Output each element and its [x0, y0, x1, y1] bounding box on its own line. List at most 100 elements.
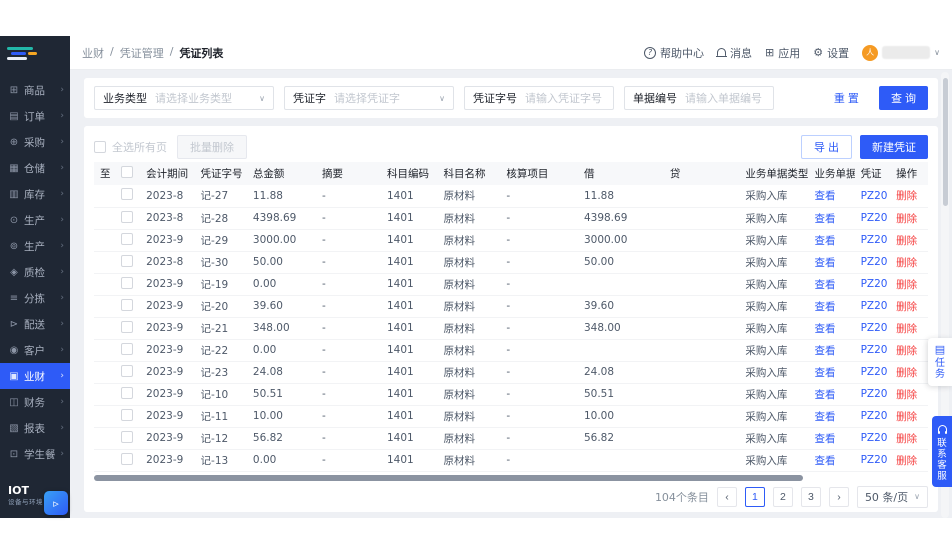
sidebar-item-12[interactable]: ◫ 财务 ›: [0, 389, 70, 415]
view-doc-link[interactable]: 查看: [814, 213, 835, 225]
row-checkbox[interactable]: [120, 210, 133, 223]
delete-link[interactable]: 删除: [896, 257, 917, 269]
table-cell: [94, 427, 115, 450]
query-button[interactable]: 查 询: [878, 86, 928, 110]
table-cell: 2023-8: [140, 207, 195, 230]
help-center-button[interactable]: ? 帮助中心: [644, 45, 704, 61]
export-button[interactable]: 导 出: [800, 135, 852, 159]
delete-link[interactable]: 删除: [896, 433, 917, 445]
breadcrumb-parent[interactable]: 凭证管理: [120, 45, 164, 61]
view-doc-link[interactable]: 查看: [814, 257, 835, 269]
voucher-link[interactable]: PZ20: [861, 190, 888, 202]
total-count: 104个条目: [654, 490, 709, 504]
delete-link[interactable]: 删除: [896, 235, 917, 247]
iot-footer[interactable]: IOT 设备与环境 ▹: [0, 478, 70, 518]
sidebar-item-3[interactable]: ▦ 仓储 ›: [0, 155, 70, 181]
user-menu[interactable]: 人 ∨: [862, 44, 940, 61]
row-checkbox[interactable]: [120, 386, 133, 399]
view-doc-link[interactable]: 查看: [814, 345, 835, 357]
view-doc-link[interactable]: 查看: [814, 235, 835, 247]
tasks-floating-button[interactable]: ▤ 任务: [928, 338, 952, 386]
page-size-select[interactable]: 50 条/页 ∨: [856, 485, 928, 508]
doc-no-input[interactable]: 单据编号 请输入单据编号: [624, 86, 774, 110]
reset-button[interactable]: 重 置: [821, 86, 871, 110]
view-doc-link[interactable]: 查看: [814, 411, 835, 423]
sidebar-item-10[interactable]: ◉ 客户 ›: [0, 337, 70, 363]
view-doc-link[interactable]: 查看: [814, 323, 835, 335]
sidebar-item-5[interactable]: ⊙ 生产 ›: [0, 207, 70, 233]
sidebar-item-2[interactable]: ⊕ 采购 ›: [0, 129, 70, 155]
sidebar-item-1[interactable]: ▤ 订单 ›: [0, 103, 70, 129]
apps-button[interactable]: ⊞ 应用: [765, 45, 800, 61]
row-checkbox[interactable]: [120, 452, 133, 465]
sidebar-item-4[interactable]: ▥ 库存 ›: [0, 181, 70, 207]
row-checkbox[interactable]: [120, 408, 133, 421]
horizontal-scrollbar-thumb[interactable]: [94, 474, 803, 481]
delete-link[interactable]: 删除: [896, 190, 917, 202]
page-button-3[interactable]: 3: [800, 486, 821, 507]
messages-button[interactable]: 消息: [716, 45, 752, 61]
sidebar-item-14[interactable]: ⊡ 学生餐 ›: [0, 441, 70, 467]
prev-page-button[interactable]: ‹: [716, 486, 737, 507]
voucher-no-input[interactable]: 凭证字号 请输入凭证字号: [464, 86, 614, 110]
vertical-scrollbar-thumb[interactable]: [942, 78, 948, 206]
view-doc-link[interactable]: 查看: [814, 367, 835, 379]
voucher-link[interactable]: PZ20: [861, 300, 888, 312]
voucher-link[interactable]: PZ20: [861, 366, 888, 378]
view-doc-link[interactable]: 查看: [814, 433, 835, 445]
breadcrumb-module[interactable]: 业财: [82, 45, 104, 61]
voucher-link[interactable]: PZ20: [861, 410, 888, 422]
delete-link[interactable]: 删除: [896, 323, 917, 335]
delete-link[interactable]: 删除: [896, 389, 917, 401]
sidebar-item-9[interactable]: ⊳ 配送 ›: [0, 311, 70, 337]
voucher-link[interactable]: PZ20: [861, 388, 888, 400]
row-checkbox[interactable]: [120, 232, 133, 245]
delete-link[interactable]: 删除: [896, 213, 917, 225]
view-doc-link[interactable]: 查看: [814, 279, 835, 291]
voucher-link[interactable]: PZ20: [861, 212, 888, 224]
delete-link[interactable]: 删除: [896, 279, 917, 291]
voucher-link[interactable]: PZ20: [861, 234, 888, 246]
row-checkbox[interactable]: [120, 188, 133, 201]
view-doc-link[interactable]: 查看: [814, 190, 835, 202]
view-doc-link[interactable]: 查看: [814, 389, 835, 401]
select-all-checkbox[interactable]: [120, 166, 133, 178]
delete-link[interactable]: 删除: [896, 367, 917, 379]
delete-link[interactable]: 删除: [896, 301, 917, 313]
sidebar-item-0[interactable]: ⊞ 商品 ›: [0, 77, 70, 103]
settings-button[interactable]: ⚙ 设置: [813, 45, 849, 61]
voucher-link[interactable]: PZ20: [861, 432, 888, 444]
page-button-2[interactable]: 2: [772, 486, 793, 507]
sidebar-item-13[interactable]: ▧ 报表 ›: [0, 415, 70, 441]
delete-link[interactable]: 删除: [896, 345, 917, 357]
next-page-button[interactable]: ›: [828, 486, 849, 507]
voucher-link[interactable]: PZ20: [861, 256, 888, 268]
select-all-pages-checkbox[interactable]: 全选所有页: [94, 139, 167, 155]
row-checkbox[interactable]: [120, 342, 133, 355]
row-checkbox[interactable]: [120, 254, 133, 267]
voucher-word-select[interactable]: 凭证字 请选择凭证字 ∨: [284, 86, 454, 110]
sidebar-item-11[interactable]: ▣ 业财 ›: [0, 363, 70, 389]
table-cell: 采购入库: [739, 427, 809, 450]
sidebar-item-6[interactable]: ⊚ 生产 ›: [0, 233, 70, 259]
row-checkbox[interactable]: [120, 320, 133, 333]
voucher-link[interactable]: PZ20: [861, 322, 888, 334]
row-checkbox[interactable]: [120, 298, 133, 311]
delete-link[interactable]: 删除: [896, 411, 917, 423]
row-checkbox[interactable]: [120, 430, 133, 443]
business-type-select[interactable]: 业务类型 请选择业务类型 ∨: [94, 86, 274, 110]
view-doc-link[interactable]: 查看: [814, 301, 835, 313]
batch-delete-button[interactable]: 批量删除: [177, 135, 247, 159]
row-checkbox[interactable]: [120, 276, 133, 289]
voucher-link[interactable]: PZ20: [861, 278, 888, 290]
voucher-link[interactable]: PZ20: [861, 454, 888, 466]
delete-link[interactable]: 删除: [896, 455, 917, 467]
sidebar-item-7[interactable]: ◈ 质检 ›: [0, 259, 70, 285]
sidebar-item-8[interactable]: ≡ 分拣 ›: [0, 285, 70, 311]
view-doc-link[interactable]: 查看: [814, 455, 835, 467]
contact-service-floating-button[interactable]: 联系客服: [932, 416, 952, 487]
page-button-1[interactable]: 1: [744, 486, 765, 507]
row-checkbox[interactable]: [120, 364, 133, 377]
new-voucher-button[interactable]: 新建凭证: [860, 135, 928, 159]
voucher-link[interactable]: PZ20: [861, 344, 888, 356]
